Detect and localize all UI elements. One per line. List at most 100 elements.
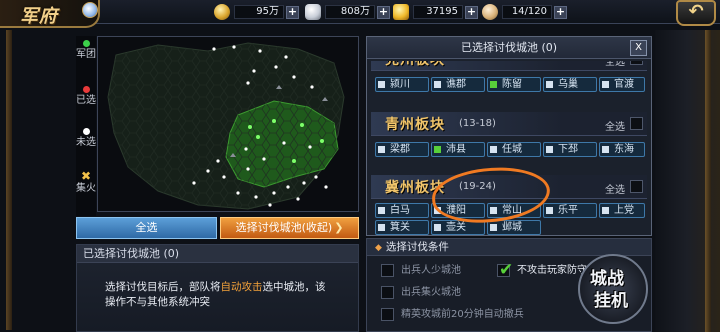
- city-name: 上党: [614, 205, 634, 216]
- title-badge: 军府: [0, 0, 100, 28]
- city-toggle[interactable]: 上党: [599, 203, 645, 218]
- map-graphic: [107, 42, 345, 210]
- city-toggle[interactable]: 谯郡: [431, 77, 485, 92]
- orb-icon: [82, 2, 98, 18]
- city-toggle[interactable]: 乐平: [543, 203, 597, 218]
- option-focus-fire-cities[interactable]: 出兵集火城池: [381, 286, 491, 300]
- region-select-all-checkbox[interactable]: [630, 180, 643, 193]
- resource-ingot: 37195 +: [393, 3, 478, 21]
- option-label: 出兵集火城池: [401, 287, 461, 298]
- frame-bar: [705, 30, 711, 332]
- checkbox-icon: [434, 81, 441, 88]
- city-name: 沛县: [446, 144, 466, 155]
- city-name: 任城: [502, 144, 522, 155]
- region-name: 兖州板块: [385, 61, 445, 69]
- legend-focus-fire: ✖ 集火: [76, 170, 96, 194]
- checkbox-icon: [378, 207, 385, 214]
- option-label: 出兵人少城池: [401, 265, 461, 276]
- checkbox-icon: [546, 207, 553, 214]
- city-name: 白马: [390, 205, 410, 216]
- city-toggle[interactable]: 乌巢: [543, 77, 597, 92]
- city-name: 邺城: [502, 222, 522, 233]
- checkbox-checked[interactable]: ✔: [497, 260, 513, 280]
- silver-coin-icon: [305, 4, 321, 20]
- desc-highlight: 自动攻击: [220, 281, 263, 293]
- checkbox-icon: [602, 146, 609, 153]
- legend-legion: 军团: [76, 40, 96, 60]
- legend-label: 未选: [76, 137, 96, 148]
- city-toggle[interactable]: 陈留: [487, 77, 541, 92]
- region-select-all-label: 全选: [605, 185, 625, 196]
- select-all-button[interactable]: 全选: [76, 217, 217, 239]
- city-name: 官渡: [614, 79, 634, 90]
- checkbox[interactable]: [381, 286, 394, 299]
- city-toggle[interactable]: 沛县: [431, 142, 485, 157]
- legend-selected: 已选: [76, 86, 96, 106]
- region-select-all-checkbox[interactable]: [630, 117, 643, 130]
- city-toggle[interactable]: 东海: [599, 142, 645, 157]
- city-toggle[interactable]: 梁郡: [375, 142, 429, 157]
- region-level-range: (13-18): [459, 118, 496, 129]
- add-grain-button[interactable]: +: [286, 5, 299, 19]
- legend-label: 已选: [76, 95, 96, 106]
- option-elite-auto-retreat[interactable]: 精英攻城前20分钟自动撤兵: [381, 308, 571, 322]
- city-toggle[interactable]: 官渡: [599, 77, 645, 92]
- crossed-swords-icon: ✖: [80, 169, 92, 183]
- city-battle-auto-button[interactable]: 城战 挂机: [572, 250, 652, 330]
- map-legend: 军团 已选 未选 ✖ 集火: [76, 36, 96, 216]
- city-name: 颍川: [390, 79, 410, 90]
- back-arrow-icon: ↶: [688, 1, 704, 22]
- selected-panel-header: 已选择讨伐城池 (0): [77, 245, 358, 263]
- left-frame: [6, 30, 12, 330]
- white-dot-icon: [82, 128, 90, 135]
- checkmark-icon: ✔: [499, 260, 514, 280]
- city-name: 梁郡: [390, 144, 410, 155]
- city-name: 东海: [614, 144, 634, 155]
- city-name: 谯郡: [446, 79, 466, 90]
- city-toggle[interactable]: 任城: [487, 142, 541, 157]
- checkbox[interactable]: [381, 264, 394, 277]
- chevron-right-icon: ❯: [334, 221, 344, 234]
- red-dot-icon: [82, 86, 90, 93]
- territory-map[interactable]: [97, 36, 359, 212]
- diamond-icon: ◆: [375, 243, 382, 253]
- close-button[interactable]: X: [630, 40, 647, 56]
- city-toggle[interactable]: 邺城: [487, 220, 541, 235]
- checkbox-icon: [546, 81, 553, 88]
- legend-label: 集火: [76, 183, 96, 194]
- emblem-line2: 挂机: [594, 291, 628, 311]
- resource-value: 95万: [234, 5, 284, 19]
- city-toggle[interactable]: 颍川: [375, 77, 429, 92]
- desc-text: 选择讨伐目标后，部队将: [105, 281, 221, 293]
- add-silver-button[interactable]: +: [377, 5, 390, 19]
- food-bag-icon: [482, 4, 498, 20]
- resource-food: 14/120 +: [482, 3, 567, 21]
- checkbox-icon: [602, 81, 609, 88]
- city-name: 下邳: [558, 144, 578, 155]
- city-name: 乐平: [558, 205, 578, 216]
- gold-ingot-icon: [393, 4, 409, 20]
- resource-value: 14/120: [502, 5, 552, 19]
- select-cities-label: 选择讨伐城池(收起): [235, 221, 333, 234]
- checkbox-icon: [378, 146, 385, 153]
- region-select-all-checkbox[interactable]: [630, 61, 643, 65]
- city-toggle[interactable]: 箕关: [375, 220, 429, 235]
- region-select-all-label: 全选: [605, 122, 625, 133]
- grain-icon: [214, 4, 230, 20]
- checkbox-checked-icon: [434, 146, 441, 153]
- selected-cities-panel: 已选择讨伐城池 (0) 选择讨伐目标后，部队将自动攻击选中城池，该操作不与其他系…: [76, 244, 359, 332]
- region-header: 青州板块 (13-18) 全选: [371, 112, 647, 136]
- resource-value: 37195: [413, 5, 463, 19]
- checkbox-checked-icon: [490, 81, 497, 88]
- region-name: 青州板块: [385, 117, 445, 133]
- city-toggle[interactable]: 白马: [375, 203, 429, 218]
- checkbox-icon: [490, 224, 497, 231]
- add-ingot-button[interactable]: +: [465, 5, 478, 19]
- add-food-button[interactable]: +: [554, 5, 567, 19]
- option-low-troop-cities[interactable]: 出兵人少城池: [381, 264, 491, 278]
- select-cities-button[interactable]: 选择讨伐城池(收起) ❯: [220, 217, 359, 239]
- conditions-title: 选择讨伐条件: [385, 241, 449, 253]
- city-toggle[interactable]: 下邳: [543, 142, 597, 157]
- back-button[interactable]: ↶: [676, 0, 716, 26]
- checkbox[interactable]: [381, 308, 394, 321]
